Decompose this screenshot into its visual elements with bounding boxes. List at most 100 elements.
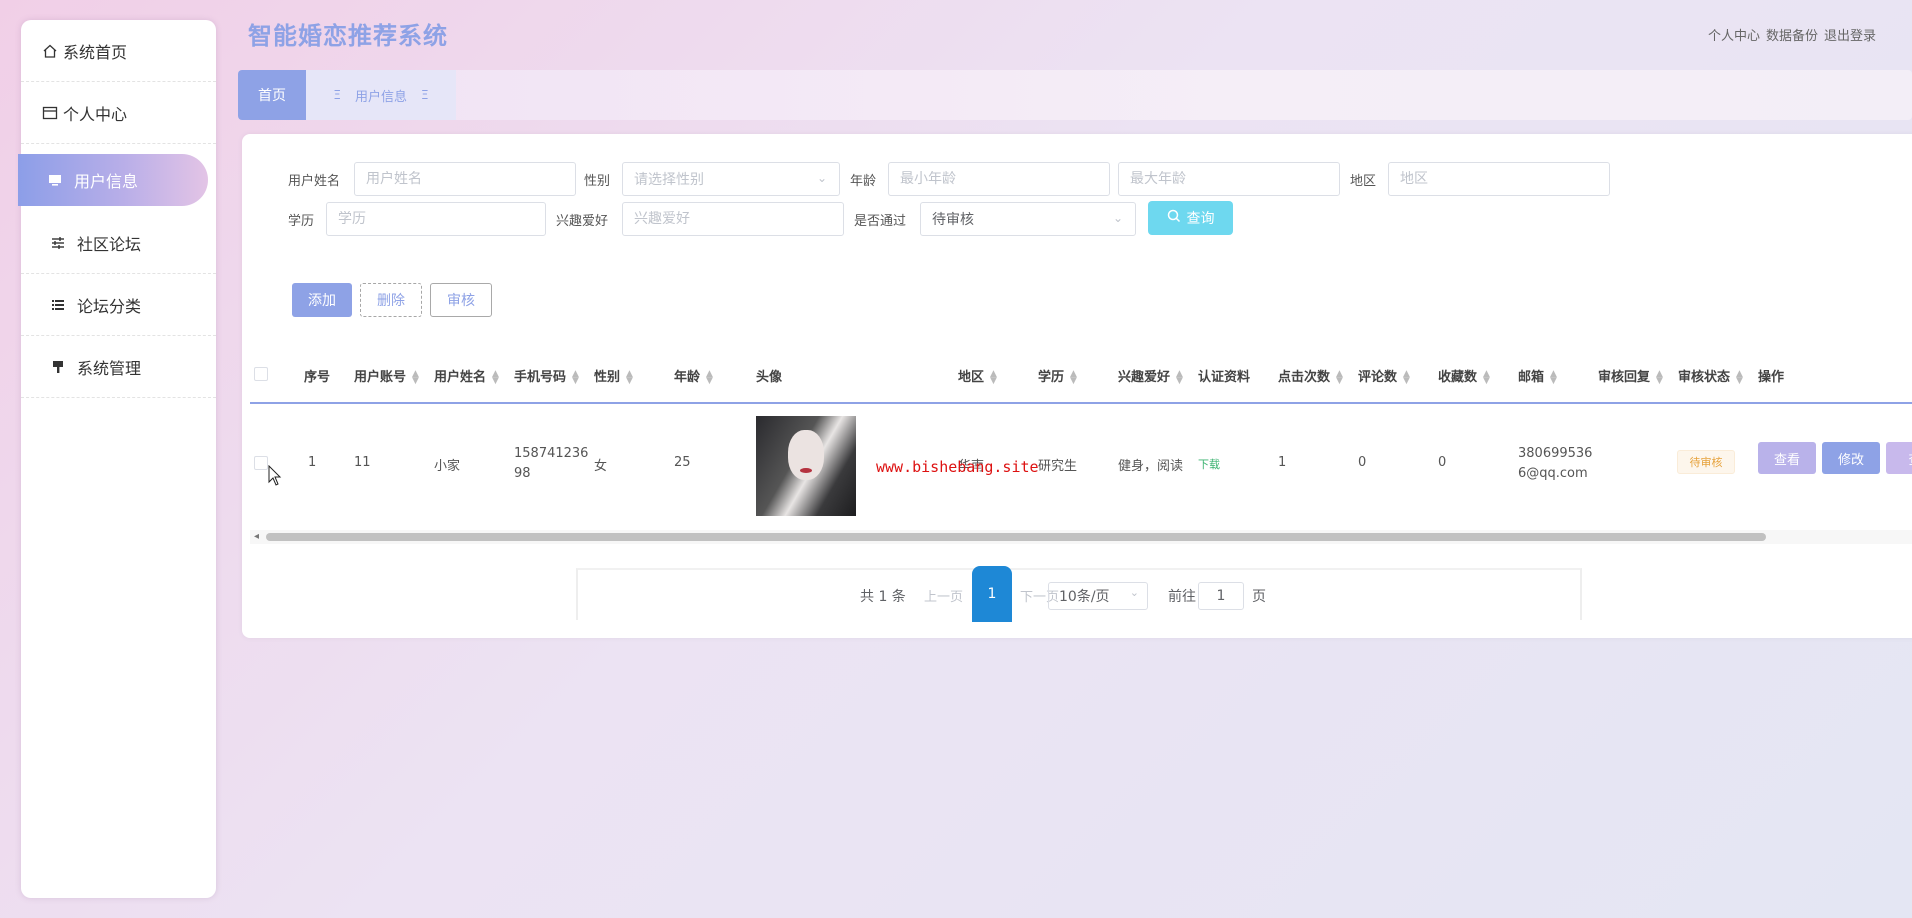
add-button[interactable]: 添加 bbox=[292, 283, 352, 317]
scroll-left-icon[interactable]: ◂ bbox=[254, 530, 259, 544]
scrollbar-thumb[interactable] bbox=[266, 533, 1766, 541]
page-size-select[interactable]: 10条/页 ⌄ bbox=[1048, 582, 1148, 610]
col-status[interactable]: 审核状态 ▲ ▼ bbox=[1678, 366, 1743, 385]
sort-icon[interactable]: ▲ ▼ bbox=[1403, 369, 1410, 385]
col-age[interactable]: 年龄 ▲ ▼ bbox=[674, 366, 713, 385]
sidebar-item-label: 系统管理 bbox=[77, 358, 142, 378]
tab-menu-icon: Ξ bbox=[421, 88, 429, 102]
sort-icon[interactable]: ▲ ▼ bbox=[492, 369, 499, 385]
select-all-checkbox[interactable] bbox=[254, 367, 268, 381]
name-label: 用户姓名 bbox=[288, 174, 341, 189]
sidebar-item-profile[interactable]: 个人中心 bbox=[21, 82, 216, 144]
col-gender[interactable]: 性别 ▲ ▼ bbox=[594, 366, 633, 385]
page-1-button[interactable]: 1 bbox=[972, 566, 1012, 622]
region-field[interactable] bbox=[1400, 171, 1598, 187]
tab-home[interactable]: 首页 bbox=[238, 70, 306, 120]
query-label: 查询 bbox=[1186, 211, 1215, 227]
col-edu[interactable]: 学历 ▲ ▼ bbox=[1038, 366, 1077, 385]
sort-icon[interactable]: ▲ ▼ bbox=[990, 369, 997, 385]
pass-select[interactable]: 待审核 ⌄ bbox=[920, 202, 1136, 236]
col-label: 点击次数 bbox=[1278, 370, 1331, 385]
sidebar-item-forum-category[interactable]: 论坛分类 bbox=[21, 274, 216, 336]
sort-icon[interactable]: ▲ ▼ bbox=[1176, 369, 1183, 385]
audit-button[interactable]: 审核 bbox=[430, 283, 492, 317]
total-count: 共 1 条 bbox=[860, 589, 906, 605]
monitor-icon bbox=[46, 171, 64, 189]
name-input[interactable] bbox=[354, 162, 576, 196]
cert-download-link[interactable]: 下载 bbox=[1198, 456, 1220, 472]
col-clicks[interactable]: 点击次数 ▲ ▼ bbox=[1278, 366, 1343, 385]
region-label: 地区 bbox=[1350, 174, 1377, 189]
search-icon bbox=[1167, 209, 1181, 227]
col-favorites[interactable]: 收藏数 ▲ ▼ bbox=[1438, 366, 1490, 385]
age-min-input[interactable] bbox=[888, 162, 1110, 196]
col-name[interactable]: 用户姓名 ▲ ▼ bbox=[434, 366, 499, 385]
prev-page-button[interactable]: 上一页 bbox=[924, 586, 963, 605]
cell-phone: 158741236 98 bbox=[514, 444, 588, 484]
sort-icon[interactable]: ▲ ▼ bbox=[1736, 369, 1743, 385]
profile-link[interactable]: 个人中心 bbox=[1708, 25, 1760, 44]
sort-icon[interactable]: ▲ ▼ bbox=[706, 369, 713, 385]
logout-link[interactable]: 退出登录 bbox=[1824, 25, 1876, 44]
col-label: 地区 bbox=[958, 370, 985, 385]
table-header: 序号 用户账号 ▲ ▼ 用户姓名 ▲ ▼ 手机号码 ▲ ▼ 性别 ▲ ▼ 年龄 ▲ ▼ 头像 地区 ▲… bbox=[250, 344, 1912, 404]
edu-field[interactable] bbox=[338, 211, 534, 227]
more-button[interactable]: 查 bbox=[1886, 442, 1912, 474]
row-checkbox[interactable] bbox=[254, 456, 268, 470]
sidebar-item-user-info[interactable]: 用户信息 bbox=[18, 154, 208, 206]
age-max-field[interactable] bbox=[1130, 171, 1328, 187]
tab-user-info[interactable]: Ξ 用户信息 Ξ bbox=[306, 70, 456, 120]
chevron-down-icon: ⌄ bbox=[816, 171, 827, 185]
horizontal-scrollbar[interactable]: ◂ ▸ bbox=[250, 530, 1912, 544]
hobby-label: 兴趣爱好 bbox=[556, 214, 609, 229]
sidebar-item-system[interactable]: 系统管理 bbox=[21, 336, 216, 398]
cell-edu: 研究生 bbox=[1038, 459, 1078, 474]
sort-icon[interactable]: ▲ ▼ bbox=[572, 369, 579, 385]
home-icon bbox=[41, 42, 59, 60]
col-region[interactable]: 地区 ▲ ▼ bbox=[958, 366, 997, 385]
app-title: 智能婚恋推荐系统 bbox=[248, 22, 448, 50]
col-comments[interactable]: 评论数 ▲ ▼ bbox=[1358, 366, 1410, 385]
col-reply[interactable]: 审核回复 ▲ ▼ bbox=[1598, 366, 1663, 385]
edit-button[interactable]: 修改 bbox=[1822, 442, 1880, 474]
gender-select[interactable]: 请选择性别 ⌄ bbox=[622, 162, 840, 196]
name-input-field[interactable] bbox=[366, 171, 564, 187]
cell-account: 11 bbox=[354, 455, 371, 470]
sidebar: 系统首页 个人中心 用户信息 社区论坛 论坛分类 系统管理 bbox=[18, 20, 216, 898]
sort-icon[interactable]: ▲ ▼ bbox=[626, 369, 633, 385]
delete-button[interactable]: 删除 bbox=[360, 283, 422, 317]
sort-icon[interactable]: ▲ ▼ bbox=[1550, 369, 1557, 385]
region-input[interactable] bbox=[1388, 162, 1610, 196]
cell-name: 小家 bbox=[434, 459, 461, 474]
sort-icon[interactable]: ▲ ▼ bbox=[1070, 369, 1077, 385]
pass-select-value: 待审核 bbox=[932, 212, 974, 228]
col-avatar: 头像 bbox=[756, 370, 783, 385]
top-links: 个人中心 数据备份 退出登录 bbox=[1708, 25, 1876, 44]
sort-icon[interactable]: ▲ ▼ bbox=[1483, 369, 1490, 385]
query-button[interactable]: 查询 bbox=[1148, 201, 1233, 235]
age-min-field[interactable] bbox=[900, 171, 1098, 187]
view-button[interactable]: 查看 bbox=[1758, 442, 1816, 474]
sidebar-item-home[interactable]: 系统首页 bbox=[21, 20, 216, 82]
hobby-input[interactable] bbox=[622, 202, 844, 236]
col-hobby[interactable]: 兴趣爱好 ▲ ▼ bbox=[1118, 366, 1183, 385]
sort-icon[interactable]: ▲ ▼ bbox=[412, 369, 419, 385]
sidebar-item-forum[interactable]: 社区论坛 bbox=[21, 212, 216, 274]
mouse-cursor-icon bbox=[268, 464, 282, 487]
edu-input[interactable] bbox=[326, 202, 546, 236]
age-label: 年龄 bbox=[850, 174, 877, 189]
col-actions: 操作 bbox=[1758, 370, 1785, 385]
sort-icon[interactable]: ▲ ▼ bbox=[1336, 369, 1343, 385]
goto-input[interactable]: 1 bbox=[1198, 582, 1244, 610]
age-max-input[interactable] bbox=[1118, 162, 1340, 196]
backup-link[interactable]: 数据备份 bbox=[1766, 25, 1818, 44]
cell-index: 1 bbox=[308, 455, 317, 470]
col-phone[interactable]: 手机号码 ▲ ▼ bbox=[514, 366, 579, 385]
col-email[interactable]: 邮箱 ▲ ▼ bbox=[1518, 366, 1557, 385]
sort-icon[interactable]: ▲ ▼ bbox=[1656, 369, 1663, 385]
col-label: 性别 bbox=[594, 370, 621, 385]
cell-comments: 0 bbox=[1358, 455, 1367, 470]
col-label: 评论数 bbox=[1358, 370, 1398, 385]
col-account[interactable]: 用户账号 ▲ ▼ bbox=[354, 366, 419, 385]
hobby-field[interactable] bbox=[634, 211, 832, 227]
